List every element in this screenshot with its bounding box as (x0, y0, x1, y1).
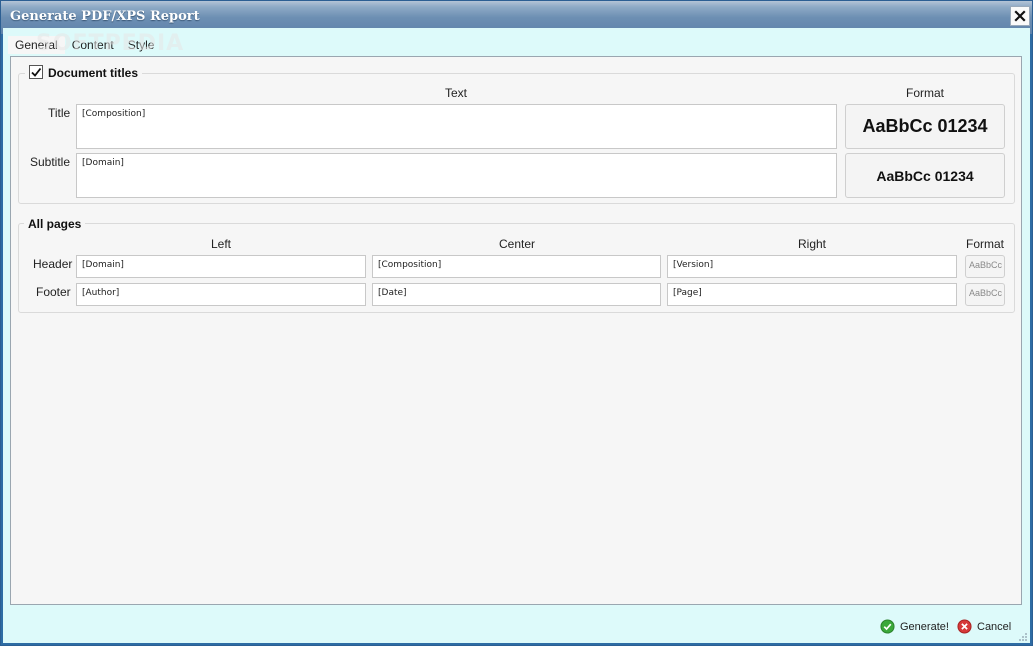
window-title: Generate PDF/XPS Report (10, 9, 200, 24)
center-column-header: Center (499, 237, 536, 251)
all-pages-header: All pages (24, 217, 86, 231)
close-icon (1014, 10, 1026, 22)
header-format-button[interactable]: AaBbCc (965, 255, 1005, 278)
footer-row-label: Footer (36, 285, 71, 299)
document-titles-label: Document titles (48, 66, 139, 80)
header-center-input[interactable]: [Composition] (372, 255, 661, 278)
title-label: Title (48, 106, 71, 120)
checkmark-circle-icon (880, 619, 895, 634)
watermark-logo: SOFTPEDIA (36, 31, 185, 56)
resize-grip-icon[interactable] (1018, 632, 1028, 642)
title-format-button[interactable]: AaBbCc 01234 (845, 104, 1005, 149)
cancel-button[interactable]: Cancel (957, 619, 1011, 634)
cancel-circle-icon (957, 619, 972, 634)
header-left-input[interactable]: [Domain] (76, 255, 366, 278)
subtitle-format-button[interactable]: AaBbCc 01234 (845, 153, 1005, 198)
header-right-input[interactable]: [Version] (667, 255, 957, 278)
footer-center-input[interactable]: [Date] (372, 283, 661, 306)
document-titles-checkbox[interactable] (29, 65, 43, 79)
generate-button-label: Generate! (900, 620, 949, 633)
footer-format-button[interactable]: AaBbCc (965, 283, 1005, 306)
format-column-header-pages: Format (966, 237, 1005, 251)
left-column-header: Left (211, 237, 232, 251)
text-column-header: Text (445, 86, 468, 100)
generate-button[interactable]: Generate! (880, 619, 949, 634)
title-text-input[interactable]: [Composition] (76, 104, 837, 149)
header-row-label: Header (33, 257, 73, 271)
right-column-header: Right (798, 237, 827, 251)
close-button[interactable] (1010, 6, 1030, 26)
footer-left-input[interactable]: [Author] (76, 283, 366, 306)
subtitle-label: Subtitle (30, 155, 71, 169)
checkmark-icon (31, 67, 42, 77)
format-column-header: Format (906, 86, 945, 100)
cancel-button-label: Cancel (977, 620, 1012, 633)
document-titles-header: Document titles (25, 65, 143, 80)
footer-right-input[interactable]: [Page] (667, 283, 957, 306)
subtitle-text-input[interactable]: [Domain] (76, 153, 837, 198)
